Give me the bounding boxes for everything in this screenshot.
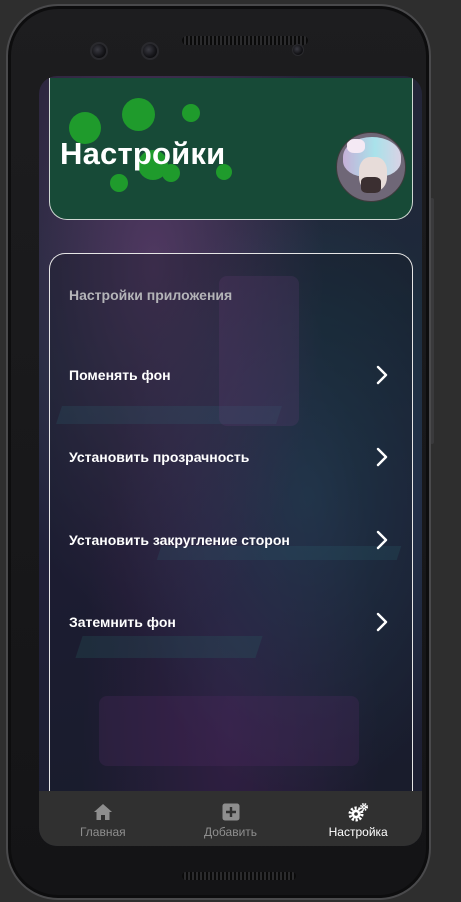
home-icon [92, 802, 114, 822]
setting-label: Установить закругление сторон [69, 532, 290, 548]
setting-dim-background[interactable]: Затемнить фон [50, 600, 412, 644]
decor-bubble [110, 174, 128, 192]
device-stage: Настройки Настройки приложения Поменять … [0, 0, 461, 902]
decor-bubble [182, 104, 200, 122]
front-camera-icon [90, 42, 108, 60]
bottom-navigation: Главная Добавить Настройка [39, 791, 422, 846]
page-title: Настройки [60, 136, 226, 171]
chevron-right-icon [374, 447, 390, 467]
add-box-icon [220, 802, 242, 822]
settings-gears-icon [347, 802, 369, 822]
chevron-right-icon [374, 612, 390, 632]
sensor-icon [292, 44, 304, 56]
setting-label: Поменять фон [69, 367, 171, 383]
top-bezel [34, 32, 419, 72]
app-screen: Настройки Настройки приложения Поменять … [39, 76, 422, 846]
phone-frame: Настройки Настройки приложения Поменять … [6, 4, 431, 900]
earpiece-speaker [182, 36, 308, 45]
setting-label: Затемнить фон [69, 614, 176, 630]
nav-label: Главная [79, 825, 126, 839]
setting-label: Установить прозрачность [69, 449, 250, 465]
profile-avatar[interactable] [336, 132, 406, 202]
bottom-speaker [182, 872, 296, 880]
section-title: Настройки приложения [69, 287, 233, 303]
nav-settings[interactable]: Настройка [294, 791, 422, 846]
decor-bubble [122, 98, 155, 131]
setting-corner-radius[interactable]: Установить закругление сторон [50, 518, 412, 562]
chevron-right-icon [374, 365, 390, 385]
front-camera-icon [141, 42, 159, 60]
avatar-art [347, 139, 365, 153]
setting-transparency[interactable]: Установить прозрачность [50, 435, 412, 479]
settings-card: Настройки приложения Поменять фон Устано… [49, 253, 413, 846]
chevron-right-icon [374, 530, 390, 550]
avatar-art [361, 177, 381, 193]
nav-add[interactable]: Добавить [167, 791, 295, 846]
nav-home[interactable]: Главная [39, 791, 167, 846]
header-card: Настройки [49, 78, 413, 220]
nav-label: Добавить [203, 825, 258, 839]
nav-label: Настройка [328, 825, 388, 839]
setting-change-background[interactable]: Поменять фон [50, 353, 412, 397]
